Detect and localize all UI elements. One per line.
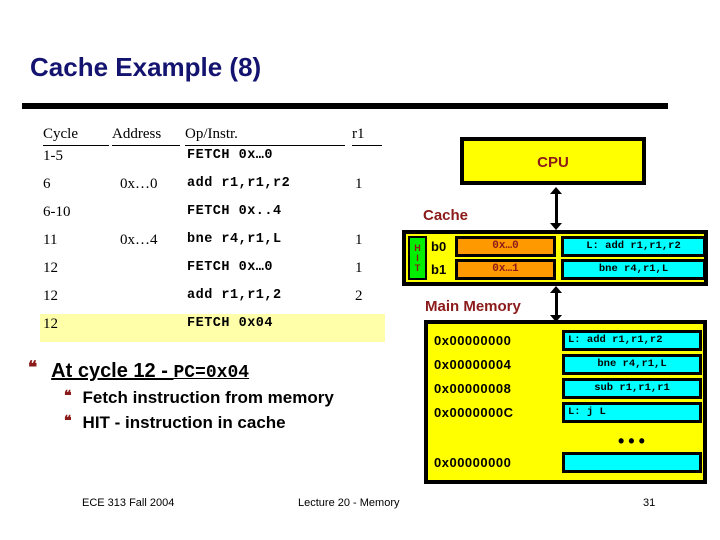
column-header-op: Op/Instr.: [185, 124, 345, 146]
table-header-row: Cycle Address Op/Instr. r1: [40, 124, 385, 146]
cell-r1: 1: [355, 176, 363, 192]
table-row: 6 0x…0 add r1,r1,r2 1: [40, 174, 385, 202]
bullet-sub-2-text: HIT - instruction in cache: [82, 413, 286, 432]
main-memory-label: Main Memory: [425, 298, 521, 315]
memory-address: 0x00000008: [434, 381, 512, 396]
footer-page-number: 31: [643, 497, 656, 509]
bullet-marker-icon: ❝: [64, 389, 72, 404]
bullet-list: ❝ At cycle 12 - PC=0x04 ❝ Fetch instructio…: [28, 358, 428, 438]
footer-lecture: Lecture 20 - Memory: [298, 497, 400, 509]
memory-address: 0x00000000: [434, 333, 512, 348]
table-row: 11 0x…4 bne r4,r1,L 1: [40, 230, 385, 258]
bullet-sub-1: ❝ Fetch instruction from memory: [64, 388, 428, 413]
table-row: 12 FETCH 0x…0 1: [40, 258, 385, 286]
cell-op: bne r4,r1,L: [187, 232, 282, 247]
memory-instr: [562, 452, 702, 473]
bullet-primary-text: At cycle 12 -: [51, 360, 174, 382]
memory-address: 0x00000000: [434, 455, 512, 470]
bullet-marker-icon: ❝: [64, 414, 72, 429]
cache-instr-cell: L: add r1,r1,r2: [561, 236, 706, 257]
cache-instr-cell: bne r4,r1,L: [561, 259, 706, 280]
memory-ellipsis-icon: •••: [618, 431, 649, 451]
column-header-r1: r1: [352, 124, 382, 146]
cell-address: 0x…4: [120, 232, 158, 248]
bullet-primary-mono: PC=0x04: [173, 363, 250, 383]
memory-row: 0x00000008 sub r1,r1,r1: [434, 378, 704, 400]
cache-line-row: b0 0x…0 L: add r1,r1,r2: [431, 236, 706, 258]
memory-address: 0x00000004: [434, 357, 512, 372]
hit-letter-i: I: [416, 253, 419, 263]
table-row: 6-10 FETCH 0x..4: [40, 202, 385, 230]
cell-r1: 1: [355, 232, 363, 248]
cell-address: 0x…0: [120, 176, 158, 192]
cell-cycle: 12: [43, 260, 58, 276]
memory-instr: sub r1,r1,r1: [562, 378, 702, 399]
cell-op: add r1,r1,2: [187, 288, 282, 303]
column-header-cycle: Cycle: [43, 124, 109, 146]
cell-r1: 2: [355, 288, 363, 304]
slide-canvas: Cache Example (8) Cycle Address Op/Instr…: [0, 0, 720, 540]
cell-cycle: 12: [43, 316, 58, 332]
bullet-sub-2: ❝ HIT - instruction in cache: [64, 413, 428, 438]
cache-label: Cache: [423, 207, 469, 224]
memory-instr: L: j L: [562, 402, 702, 423]
cpu-cache-arrow-icon: [550, 187, 562, 230]
cell-op: FETCH 0x…0: [187, 260, 274, 275]
arrow-head-down-icon: [550, 223, 562, 230]
cell-op: FETCH 0x..4: [187, 204, 282, 219]
memory-address: 0x0000000C: [434, 405, 514, 420]
table-row: 12 add r1,r1,2 2: [40, 286, 385, 314]
trace-table: Cycle Address Op/Instr. r1 1-5 FETCH 0x……: [40, 124, 385, 342]
cell-cycle: 11: [43, 232, 58, 248]
memory-row: 0x00000004 bne r4,r1,L: [434, 354, 704, 376]
cache-memory-arrow-icon: [550, 286, 562, 322]
table-row-highlighted: 12 FETCH 0x04: [40, 314, 385, 342]
page-title: Cache Example (8): [30, 52, 262, 82]
cell-op: FETCH 0x…0: [187, 148, 274, 163]
memory-row: 0x00000000 L: add r1,r1,r2: [434, 330, 704, 352]
cache-block-label: b0: [431, 239, 447, 254]
hit-letter-h: H: [414, 243, 421, 253]
memory-row: 0x00000000: [434, 452, 704, 474]
cell-cycle: 6: [43, 176, 51, 192]
cell-r1: 1: [355, 260, 363, 276]
hit-indicator: H I T: [408, 236, 427, 280]
cell-op: add r1,r1,r2: [187, 176, 291, 191]
cpu-block: CPU: [460, 137, 646, 185]
arrow-shaft: [555, 192, 558, 225]
cpu-label: CPU: [537, 154, 569, 171]
bullet-sub-1-text: Fetch instruction from memory: [82, 388, 334, 407]
memory-instr: bne r4,r1,L: [562, 354, 702, 375]
table-row: 1-5 FETCH 0x…0: [40, 146, 385, 174]
cache-block-label: b1: [431, 262, 447, 277]
title-divider: [22, 103, 668, 109]
cache-block: H I T b0 0x…0 L: add r1,r1,r2 b1 0x…1 bn…: [402, 230, 708, 286]
bullet-primary: ❝ At cycle 12 - PC=0x04: [28, 358, 428, 388]
cell-cycle: 1-5: [43, 148, 63, 164]
cell-op: FETCH 0x04: [187, 316, 274, 331]
cache-tag-cell: 0x…1: [455, 259, 556, 280]
memory-instr: L: add r1,r1,r2: [562, 330, 702, 351]
hit-letter-t: T: [414, 263, 421, 273]
column-header-address: Address: [112, 124, 180, 146]
memory-row: 0x0000000C L: j L: [434, 402, 704, 424]
cell-cycle: 6-10: [43, 204, 71, 220]
footer-course: ECE 313 Fall 2004: [82, 497, 175, 509]
cell-cycle: 12: [43, 288, 58, 304]
main-memory-block: 0x00000000 L: add r1,r1,r2 0x00000004 bn…: [424, 320, 707, 484]
cache-line-row: b1 0x…1 bne r4,r1,L: [431, 259, 706, 281]
cache-tag-cell: 0x…0: [455, 236, 556, 257]
arrow-shaft: [555, 291, 558, 317]
bullet-marker-icon: ❝: [28, 358, 38, 377]
